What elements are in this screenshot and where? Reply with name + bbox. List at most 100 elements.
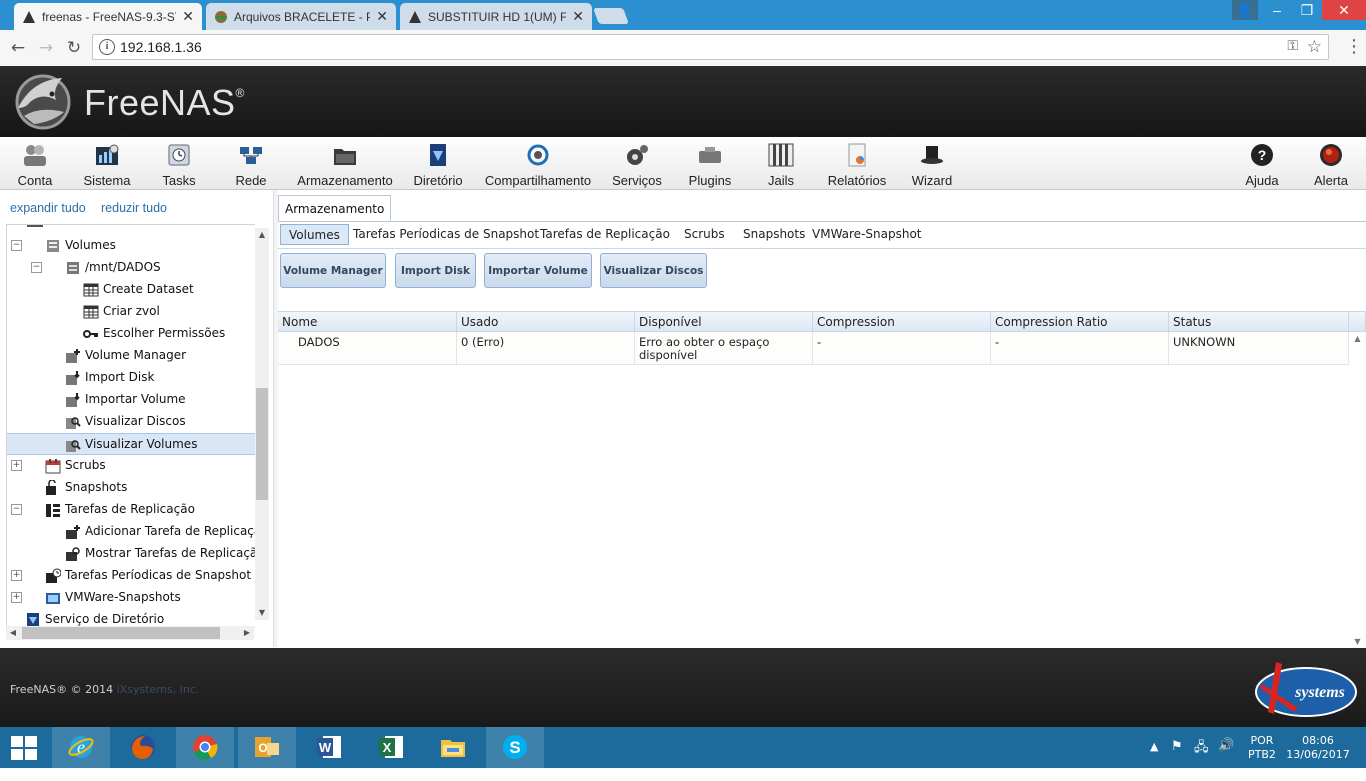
tree-item-volumes[interactable]: − Volumes — [7, 235, 255, 257]
tab-armazenamento[interactable]: Armazenamento — [278, 195, 392, 223]
browser-tab-freenas[interactable]: freenas - FreeNAS-9.3-STABLE ✕ — [14, 3, 202, 30]
network-tray-icon[interactable]: 🖧 — [1194, 738, 1209, 779]
collapse-toggle-icon[interactable]: − — [31, 262, 42, 273]
taskbar-chrome[interactable] — [176, 727, 234, 768]
tree-item-criar-zvol[interactable]: Criar zvol — [7, 301, 255, 323]
table-cell-compression[interactable]: - — [813, 332, 991, 365]
scrollbar-thumb[interactable] — [256, 388, 268, 500]
subtab-periodic-snapshot[interactable]: Tarefas Períodicas de Snapshot — [353, 224, 539, 245]
toolbar-ajuda-button[interactable]: ? Ajuda — [1243, 141, 1281, 188]
toolbar-rede-button[interactable]: Rede — [234, 141, 268, 188]
tree-item-adicionar-tarefa-de-replica-o[interactable]: Adicionar Tarefa de Replicação — [7, 521, 255, 543]
scrollbar-thumb[interactable] — [22, 627, 220, 639]
collapse-toggle-icon[interactable]: − — [11, 504, 22, 515]
input-language-indicator[interactable]: POR PTB2 — [1248, 734, 1276, 775]
toolbar-wizard-button[interactable]: Wizard — [910, 141, 954, 188]
url-input[interactable]: i 192.168.1.36 ⚿ ☆ — [92, 34, 1329, 60]
restore-button[interactable]: ❐ — [1292, 0, 1322, 20]
column-header-nome[interactable]: Nome — [278, 312, 457, 332]
tree-item-escolher-permiss-es[interactable]: Escolher Permissões — [7, 323, 255, 345]
volume-manager-button[interactable]: Volume Manager — [280, 253, 386, 288]
tree-vertical-scrollbar[interactable]: ▲ ▼ — [255, 228, 269, 620]
taskbar-internet-explorer[interactable]: e — [52, 727, 110, 768]
toolbar-armazenamento-button[interactable]: Armazenamento — [296, 141, 394, 188]
expand-toggle-icon[interactable]: + — [11, 460, 22, 471]
table-cell-disponivel[interactable]: Erro ao obter o espaço disponível — [635, 332, 813, 365]
column-header-compression[interactable]: Compression — [813, 312, 991, 332]
scroll-left-arrow-icon[interactable]: ◀ — [6, 626, 20, 640]
taskbar-file-explorer[interactable] — [424, 727, 482, 768]
table-cell-compression-ratio[interactable]: - — [991, 332, 1169, 365]
tree-item-visualizar-volumes[interactable]: Visualizar Volumes — [7, 433, 255, 455]
scroll-right-arrow-icon[interactable]: ▶ — [240, 626, 254, 640]
column-header-status[interactable]: Status — [1169, 312, 1349, 332]
bookmark-star-icon[interactable]: ☆ — [1307, 37, 1322, 57]
tree-item-volume-manager[interactable]: Volume Manager — [7, 345, 255, 367]
site-info-icon[interactable]: i — [99, 39, 115, 55]
taskbar-word[interactable]: W — [300, 727, 358, 768]
toolbar-servicos-button[interactable]: Serviços — [610, 141, 664, 188]
toolbar-sistema-button[interactable]: Sistema — [82, 141, 132, 188]
tree-item-visualizar-discos[interactable]: Visualizar Discos — [7, 411, 255, 433]
forward-button[interactable]: → — [35, 37, 57, 59]
collapse-all-link[interactable]: reduzir tudo — [101, 201, 167, 215]
browser-menu-icon[interactable]: ⋮ — [1345, 37, 1363, 59]
tree-item-tarefas-de-replica-o[interactable]: − Tarefas de Replicação — [7, 499, 255, 521]
scroll-down-arrow-icon[interactable]: ▼ — [1349, 637, 1366, 646]
expand-toggle-icon[interactable]: + — [11, 570, 22, 581]
tree-item-mostrar-tarefas-de-replica-o[interactable]: Mostrar Tarefas de Replicação — [7, 543, 255, 565]
window-close-button[interactable]: ✕ — [1322, 0, 1366, 20]
tree-item-import-disk[interactable]: Import Disk — [7, 367, 255, 389]
table-vertical-scrollbar[interactable]: ▲ ▼ — [1349, 332, 1366, 648]
key-icon[interactable]: ⚿ — [1287, 38, 1298, 54]
toolbar-diretorio-button[interactable]: Diretório — [412, 141, 464, 188]
taskbar-skype[interactable]: S — [486, 727, 544, 768]
browser-tab-arquivos[interactable]: Arquivos BRACELETE - Pasta ✕ — [206, 3, 396, 30]
expand-all-link[interactable]: expandir tudo — [10, 201, 86, 215]
close-icon[interactable]: ✕ — [376, 8, 388, 25]
column-header-compression-ratio[interactable]: Compression Ratio — [991, 312, 1169, 332]
collapse-toggle-icon[interactable]: − — [11, 240, 22, 251]
back-button[interactable]: ← — [7, 37, 29, 59]
table-cell-usado[interactable]: 0 (Erro) — [457, 332, 635, 365]
user-profile-icon[interactable]: 👤 — [1232, 0, 1258, 20]
taskbar-outlook[interactable]: O — [238, 727, 296, 768]
import-disk-button[interactable]: Import Disk — [395, 253, 476, 288]
toolbar-relatorios-button[interactable]: Relatórios — [826, 141, 888, 188]
tree-horizontal-scrollbar[interactable]: ◀ ▶ — [6, 626, 254, 640]
subtab-vmware-snapshot[interactable]: VMWare-Snapshot — [812, 224, 922, 245]
import-volume-button[interactable]: Importar Volume — [484, 253, 592, 288]
toolbar-alerta-button[interactable]: Alerta — [1310, 141, 1352, 188]
column-header-usado[interactable]: Usado — [457, 312, 635, 332]
minimize-button[interactable]: – — [1262, 0, 1292, 20]
subtab-snapshots[interactable]: Snapshots — [743, 224, 805, 245]
tree-item-create-dataset[interactable]: Create Dataset — [7, 279, 255, 301]
tree-item-mnt-dados[interactable]: − /mnt/DADOS — [7, 257, 255, 279]
new-tab-button[interactable] — [593, 8, 629, 24]
view-disks-button[interactable]: Visualizar Discos — [600, 253, 707, 288]
volume-icon[interactable]: 🔊 — [1218, 738, 1234, 779]
table-cell-nome[interactable]: DADOS — [278, 332, 457, 365]
tree-item-snapshots[interactable]: Snapshots — [7, 477, 255, 499]
clock[interactable]: 08:06 13/06/2017 — [1286, 734, 1350, 775]
subtab-replication[interactable]: Tarefas de Replicação — [540, 224, 670, 245]
tree-item-importar-volume[interactable]: Importar Volume — [7, 389, 255, 411]
tree-item-vmware-snapshots[interactable]: + VMWare-Snapshots — [7, 587, 255, 609]
tree-item-tarefas-per-odicas-de-snapshot[interactable]: + Tarefas Períodicas de Snapshot — [7, 565, 255, 587]
company-link[interactable]: iXsystems, Inc. — [117, 683, 200, 696]
toolbar-plugins-button[interactable]: Plugins — [688, 141, 732, 188]
toolbar-jails-button[interactable]: Jails — [764, 141, 798, 188]
taskbar-firefox[interactable] — [114, 727, 172, 768]
expand-toggle-icon[interactable]: + — [11, 592, 22, 603]
toolbar-conta-button[interactable]: Conta — [14, 141, 56, 188]
scroll-up-arrow-icon[interactable]: ▲ — [255, 228, 269, 242]
close-icon[interactable]: ✕ — [572, 8, 584, 25]
column-header-disponivel[interactable]: Disponível — [635, 312, 813, 332]
tray-chevron-up-icon[interactable]: ▲ — [1150, 740, 1158, 781]
toolbar-compartilhamento-button[interactable]: Compartilhamento — [484, 141, 592, 188]
taskbar-excel[interactable]: X — [362, 727, 420, 768]
tree-item-scrubs[interactable]: + Scrubs — [7, 455, 255, 477]
scroll-up-arrow-icon[interactable]: ▲ — [1349, 334, 1366, 343]
browser-tab-substituir[interactable]: SUBSTITUIR HD 1(UM) FREENAS ✕ — [400, 3, 592, 30]
scroll-down-arrow-icon[interactable]: ▼ — [255, 606, 269, 620]
